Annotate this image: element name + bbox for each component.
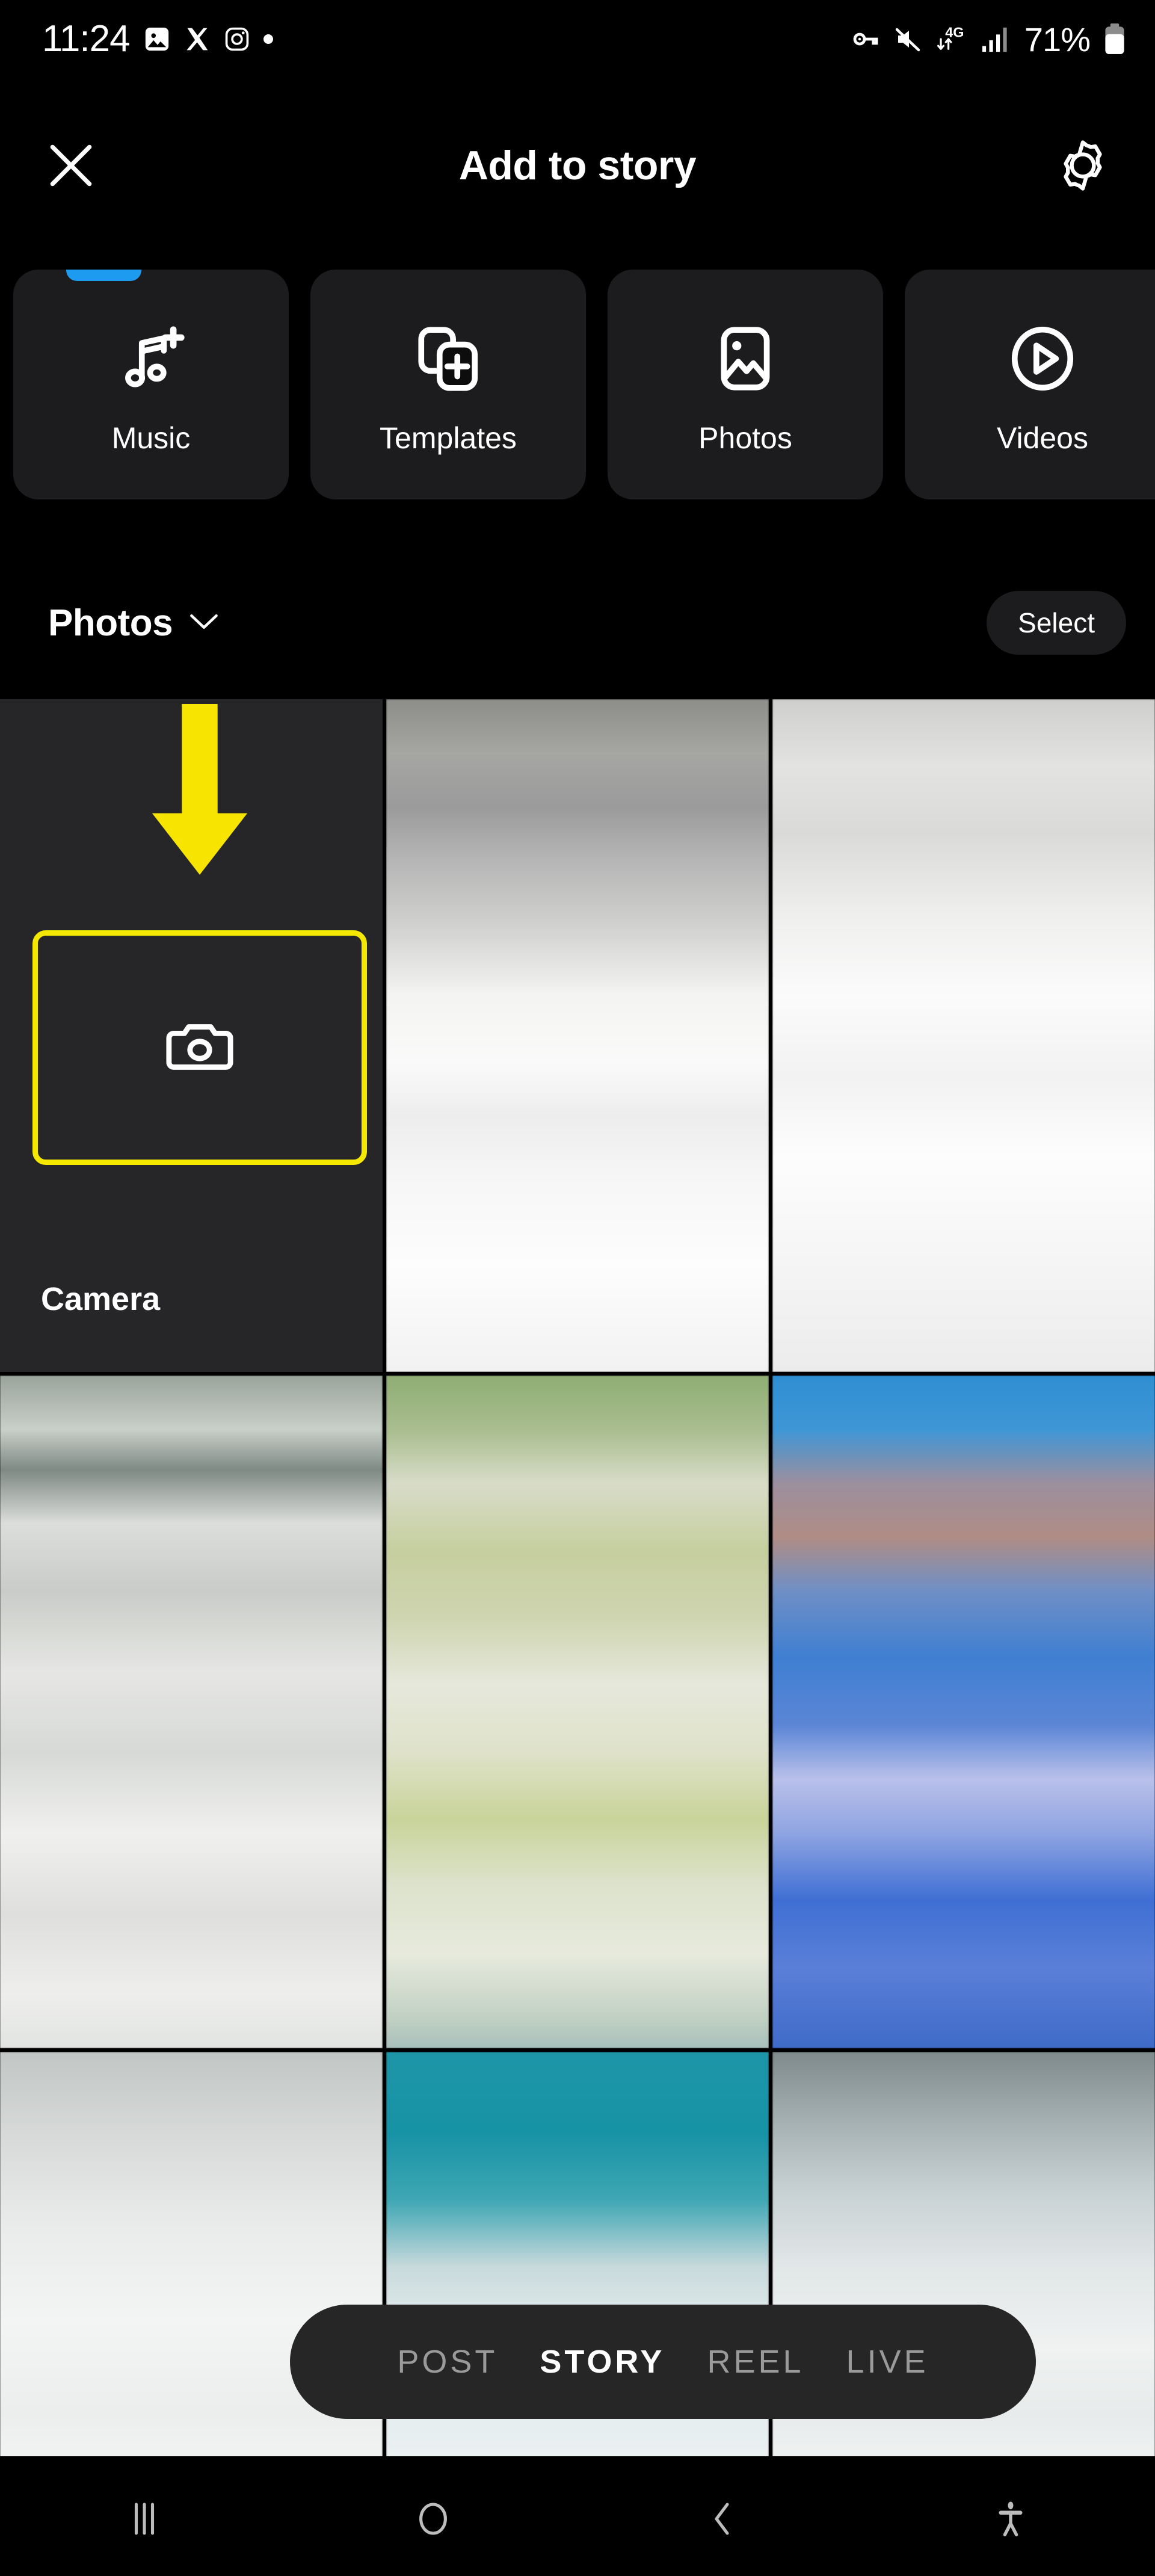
thumbnail-image: [386, 1376, 769, 2048]
status-bar-left: 11:24: [42, 20, 273, 58]
status-bar-right: 4G 71%: [851, 20, 1126, 59]
photo-thumbnail[interactable]: [386, 699, 769, 1372]
page-title: Add to story: [458, 143, 697, 188]
accessibility-button[interactable]: [989, 2497, 1032, 2540]
svg-text:4G: 4G: [945, 24, 964, 40]
mode-story[interactable]: STORY: [540, 2343, 665, 2380]
photo-thumbnail[interactable]: [772, 699, 1155, 1372]
camera-tile-highlight: [32, 930, 367, 1165]
photo-thumbnail[interactable]: [0, 1376, 383, 2048]
phone-screen: 11:24 4G 71% Add to story Music Template…: [0, 0, 1155, 2576]
x-app-icon: [184, 26, 211, 52]
mode-reel[interactable]: REEL: [707, 2343, 804, 2380]
chevron-down-icon: [188, 611, 220, 635]
status-bar-clock: 11:24: [42, 18, 131, 60]
mode-live[interactable]: LIVE: [846, 2343, 929, 2380]
back-icon: [700, 2502, 744, 2543]
create-type-cards: NEW Music Templates: [0, 270, 1155, 516]
close-button[interactable]: [43, 138, 99, 193]
mode-post[interactable]: POST: [397, 2343, 497, 2380]
thumbnail-image: [772, 1376, 1155, 2048]
down-arrow-annotation: [134, 704, 266, 903]
dot-icon: [263, 34, 273, 44]
photo-thumbnail[interactable]: [772, 1376, 1155, 2048]
vpn-key-icon: [851, 25, 880, 54]
home-icon: [411, 2502, 455, 2543]
photos-source-dropdown[interactable]: Photos: [48, 602, 220, 644]
gear-icon: [1054, 140, 1112, 197]
play-circle-icon: [1006, 314, 1079, 404]
thumbnail-image: [0, 1376, 383, 2048]
4g-data-icon: 4G: [935, 23, 968, 55]
card-music[interactable]: NEW Music: [13, 270, 289, 499]
thumbnail-image: [772, 699, 1155, 1372]
photo-thumbnail[interactable]: [386, 1376, 769, 2048]
photo-icon: [143, 25, 171, 53]
card-videos[interactable]: Videos: [905, 270, 1155, 499]
card-label: Templates: [380, 421, 517, 455]
gallery-toolbar: Photos Select: [0, 560, 1155, 686]
card-label: Videos: [997, 421, 1088, 455]
status-bar: 11:24 4G 71%: [0, 0, 1155, 78]
accessibility-icon: [989, 2501, 1032, 2543]
card-photos[interactable]: Photos: [608, 270, 883, 499]
capture-mode-selector: POST STORY REEL LIVE: [290, 2305, 1036, 2419]
signal-bars-icon: [981, 25, 1011, 53]
media-grid: Camera: [0, 699, 1155, 2456]
thumbnail-image: [386, 699, 769, 1372]
battery-percent-label: 71%: [1024, 20, 1091, 58]
camera-tile-label: Camera: [41, 1281, 161, 1317]
image-icon: [709, 314, 782, 404]
volume-mute-icon: [893, 25, 922, 54]
settings-button[interactable]: [1054, 137, 1112, 194]
templates-plus-icon: [411, 314, 485, 404]
battery-icon: [1103, 23, 1126, 55]
photos-source-label: Photos: [48, 602, 173, 644]
close-icon: [43, 144, 99, 196]
recents-icon: [123, 2502, 166, 2543]
new-badge: NEW: [66, 270, 141, 281]
card-label: Music: [111, 421, 191, 455]
home-button[interactable]: [411, 2497, 455, 2540]
card-label: Photos: [698, 421, 792, 455]
camera-icon: [164, 1011, 235, 1085]
select-button[interactable]: Select: [987, 591, 1126, 655]
card-templates[interactable]: Templates: [310, 270, 586, 499]
instagram-icon: [224, 26, 250, 52]
music-note-plus-icon: [114, 314, 188, 404]
android-navigation-bar: [0, 2461, 1155, 2576]
camera-tile[interactable]: Camera: [0, 699, 383, 1372]
app-header: Add to story: [0, 78, 1155, 253]
back-button[interactable]: [700, 2497, 744, 2540]
recents-button[interactable]: [123, 2497, 166, 2540]
